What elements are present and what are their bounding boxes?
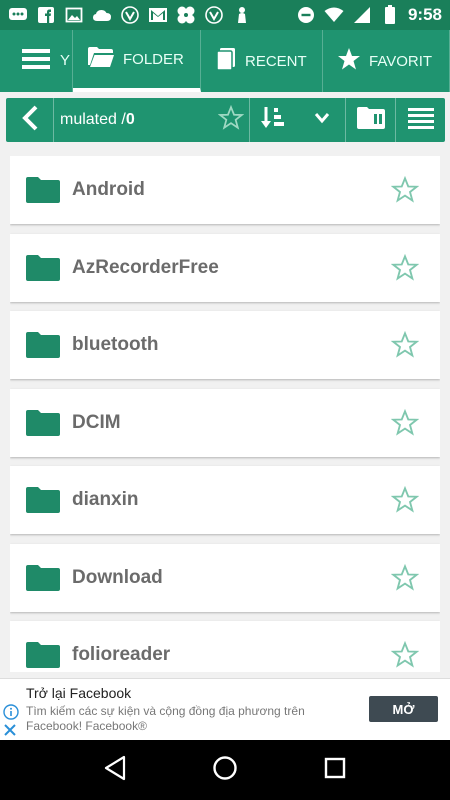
tab-recent[interactable]: RECENT xyxy=(201,30,323,92)
square-recents-icon xyxy=(324,757,346,784)
folder-name: Download xyxy=(72,566,163,588)
favorite-star-icon[interactable] xyxy=(370,563,440,592)
folder-icon xyxy=(10,486,70,514)
list-view-icon xyxy=(407,107,434,134)
do-not-disturb-icon xyxy=(296,6,316,24)
wifi-icon xyxy=(324,6,344,24)
navigation-bar xyxy=(0,740,450,800)
ad-title: Trở lại Facebook xyxy=(26,685,132,701)
folder-open-icon xyxy=(87,46,115,72)
breadcrumb-count: 0 xyxy=(125,111,135,128)
back-nav-button[interactable] xyxy=(95,750,135,790)
folder-name: Android xyxy=(72,179,145,200)
favorite-star-icon[interactable] xyxy=(370,253,440,282)
folder-name: dianxin xyxy=(72,489,139,510)
folder-icon xyxy=(10,564,70,592)
star-outline-icon xyxy=(217,104,244,136)
cloud-icon xyxy=(92,6,112,24)
sd-card-folder-icon xyxy=(356,106,386,135)
notification-icons xyxy=(8,6,252,24)
folder-icon xyxy=(10,254,70,282)
ad-banner[interactable]: Trở lại Facebook Tìm kiếm các sự kiện và… xyxy=(0,678,450,740)
folder-icon xyxy=(10,641,70,669)
recents-nav-button[interactable] xyxy=(315,750,355,790)
folder-list: Android AzRecorderFree bluetooth DCIM di… xyxy=(10,156,440,672)
storage-button[interactable] xyxy=(346,98,396,142)
drawer-menu-button[interactable]: Y xyxy=(0,30,73,92)
home-nav-button[interactable] xyxy=(205,750,245,790)
list-item[interactable]: AzRecorderFree xyxy=(10,233,440,302)
sort-dropdown-button[interactable] xyxy=(298,98,346,142)
folder-name: bluetooth xyxy=(72,334,159,355)
folder-name: folioreader xyxy=(72,644,171,665)
clock: 9:58 xyxy=(407,5,442,24)
folder-name: AzRecorderFree xyxy=(72,256,219,278)
list-item[interactable]: Download xyxy=(10,543,440,612)
tab-folder[interactable]: FOLDER xyxy=(73,30,201,92)
sort-button[interactable] xyxy=(250,98,298,142)
tab-recent-label: RECENT xyxy=(245,52,307,70)
favorite-star-icon[interactable] xyxy=(370,641,440,669)
vpn-icon xyxy=(204,6,224,24)
breadcrumb[interactable]: mulated / 0 xyxy=(54,98,212,142)
circle-home-icon xyxy=(212,755,238,786)
hamburger-icon xyxy=(22,48,50,75)
star-icon xyxy=(337,47,361,75)
signal-icon xyxy=(352,6,372,24)
system-icons: 9:58 xyxy=(296,5,442,25)
figure-icon xyxy=(232,6,252,24)
bookmark-folder-button[interactable] xyxy=(212,98,250,142)
gmail-icon xyxy=(148,6,168,24)
status-bar: 9:58 xyxy=(0,0,450,30)
vpn-icon xyxy=(120,6,140,24)
tab-folder-label: FOLDER xyxy=(123,50,184,68)
list-item[interactable]: Android xyxy=(10,156,440,224)
list-item[interactable]: dianxin xyxy=(10,466,440,534)
battery-icon xyxy=(380,5,400,24)
folder-icon xyxy=(10,176,70,204)
folder-icon xyxy=(10,409,70,437)
back-button[interactable] xyxy=(6,98,54,142)
chevron-down-icon xyxy=(314,111,330,129)
favorite-star-icon[interactable] xyxy=(370,176,440,204)
chevron-left-icon xyxy=(21,105,39,136)
tab-partial-label[interactable]: Y xyxy=(60,52,70,69)
messages-icon xyxy=(8,6,28,24)
ad-open-button[interactable]: MỞ xyxy=(369,696,438,722)
list-item[interactable]: bluetooth xyxy=(10,311,440,379)
ad-info-icon[interactable] xyxy=(3,704,19,725)
path-bar: mulated / 0 xyxy=(6,98,445,142)
breadcrumb-path: mulated / xyxy=(60,111,126,128)
tab-favorites[interactable]: FAVORIT xyxy=(323,30,450,92)
tab-bar: Y FOLDER RECENT FAVORIT xyxy=(0,30,450,92)
triangle-back-icon xyxy=(103,755,127,786)
image-icon xyxy=(64,6,84,24)
folder-icon xyxy=(10,331,70,359)
view-mode-button[interactable] xyxy=(396,98,445,142)
sort-icon xyxy=(260,105,288,136)
folder-name: DCIM xyxy=(72,411,121,433)
tab-favorites-label: FAVORIT xyxy=(369,52,433,70)
list-item[interactable]: DCIM xyxy=(10,388,440,457)
favorite-star-icon[interactable] xyxy=(370,408,440,437)
favorite-star-icon[interactable] xyxy=(370,486,440,514)
facebook-icon xyxy=(36,6,56,24)
pinwheel-icon xyxy=(176,6,196,24)
recent-files-icon xyxy=(215,47,237,75)
list-item[interactable]: folioreader xyxy=(10,621,440,672)
favorite-star-icon[interactable] xyxy=(370,331,440,359)
ad-description: Tìm kiếm các sự kiện và cộng đồng địa ph… xyxy=(26,704,305,733)
